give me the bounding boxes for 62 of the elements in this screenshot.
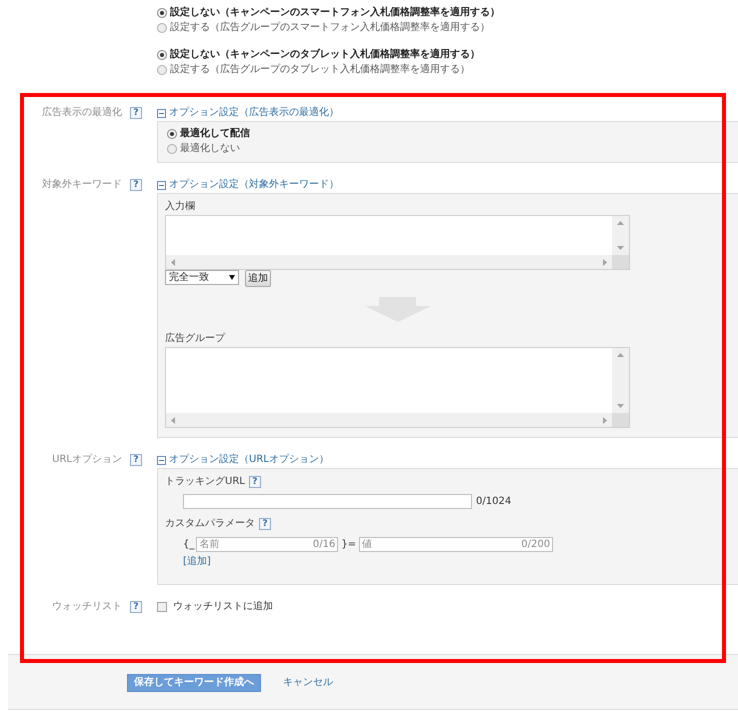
radio-button[interactable] — [157, 64, 167, 74]
scrollbar-corner — [612, 413, 629, 427]
keyword-input-area[interactable] — [165, 215, 630, 270]
dropdown-caret-icon — [229, 275, 235, 280]
radio-button[interactable] — [157, 50, 167, 60]
option-label: 最適化して配信 — [180, 128, 250, 138]
save-button[interactable]: 保存してキーワード作成へ — [127, 674, 261, 692]
add-button[interactable]: 追加 — [245, 270, 271, 287]
horizontal-scrollbar[interactable] — [166, 255, 612, 269]
scroll-up-icon[interactable] — [617, 221, 624, 225]
ad-group-list-area[interactable] — [165, 347, 630, 428]
help-button[interactable]: ? — [130, 179, 142, 191]
scroll-left-icon[interactable] — [171, 416, 175, 424]
options-toggle[interactable]: オプション設定（広告表示の最適化） — [157, 106, 339, 120]
radio-button[interactable] — [167, 144, 177, 154]
help-button[interactable]: ? — [259, 518, 271, 530]
setting-label: URLオプション — [52, 455, 122, 465]
vertical-scrollbar[interactable] — [612, 348, 629, 413]
help-button[interactable]: ? — [130, 454, 142, 466]
collapse-icon — [157, 108, 166, 118]
scroll-right-icon[interactable] — [603, 416, 607, 424]
scroll-up-icon[interactable] — [617, 353, 624, 357]
character-counter: 0/1024 — [476, 496, 512, 506]
field-label: 広告グループ — [165, 334, 225, 344]
scroll-down-icon[interactable] — [617, 404, 624, 408]
scroll-right-icon[interactable] — [603, 258, 607, 266]
vertical-scrollbar[interactable] — [612, 216, 629, 255]
option-label: 最適化しない — [180, 144, 240, 154]
field-label: カスタムパラメータ — [165, 519, 255, 529]
equals-text: }= — [340, 540, 358, 550]
option-label: 設定する（広告グループのタブレット入札価格調整率を適用する） — [170, 64, 470, 74]
brace-text: {_ — [183, 540, 194, 550]
checkbox-label: ウォッチリストに追加 — [173, 602, 273, 612]
radio-button[interactable] — [157, 22, 167, 32]
radio-button[interactable] — [157, 8, 167, 18]
setting-label: 広告表示の最適化 — [42, 108, 122, 118]
setting-label: ウォッチリスト — [52, 602, 122, 612]
option-label: 設定しない（キャンペーンのタブレット入札価格調整率を適用する） — [170, 50, 480, 60]
field-label: トラッキングURL — [165, 477, 245, 487]
help-button[interactable]: ? — [248, 476, 261, 488]
help-button[interactable]: ? — [130, 107, 142, 119]
scrollbar-corner — [612, 255, 629, 269]
match-type-dropdown[interactable]: 完全一致 — [165, 270, 239, 285]
cancel-link[interactable]: キャンセル — [283, 674, 333, 692]
add-link[interactable]: [追加] — [183, 557, 211, 567]
horizontal-scrollbar[interactable] — [166, 413, 612, 427]
help-button[interactable]: ? — [130, 601, 142, 613]
scroll-down-icon[interactable] — [617, 246, 624, 250]
scroll-left-icon[interactable] — [171, 258, 175, 266]
character-counter: 0/16 — [312, 540, 336, 550]
options-toggle[interactable]: オプション設定（対象外キーワード） — [157, 178, 339, 192]
collapse-icon — [157, 456, 166, 464]
tracking-url-field[interactable] — [183, 494, 472, 509]
option-label: 設定しない（キャンペーンのスマートフォン入札価格調整率を適用する） — [170, 8, 500, 18]
character-counter: 0/200 — [521, 540, 550, 550]
setting-label: 対象外キーワード — [42, 180, 122, 190]
checkbox[interactable] — [157, 602, 167, 612]
radio-button[interactable] — [167, 128, 177, 138]
options-toggle[interactable]: オプション設定（URLオプション） — [157, 453, 329, 467]
collapse-icon — [157, 180, 166, 190]
field-label: 入力欄 — [165, 202, 195, 212]
option-label: 設定する（広告グループのスマートフォン入札価格調整率を適用する） — [170, 22, 490, 32]
